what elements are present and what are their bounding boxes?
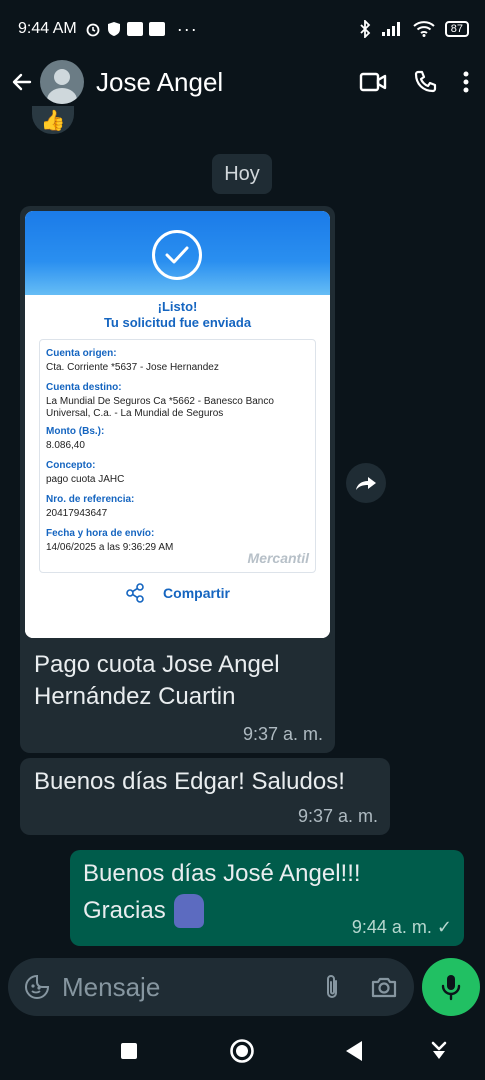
status-bar: 9:44 AM ··· 87 <box>0 0 485 58</box>
status-system-icons: 87 <box>359 20 469 38</box>
hide-keyboard-icon[interactable] <box>430 1040 448 1062</box>
message-text: Buenos días Edgar! Saludos! <box>34 768 345 795</box>
status-time: 9:44 AM <box>18 20 77 37</box>
emoji-icon[interactable] <box>24 974 50 1000</box>
chat-area[interactable]: 👍 Hoy ¡Listo! Tu solicitud fue enviada C… <box>0 106 485 954</box>
contact-name[interactable]: Jose Angel <box>96 67 223 98</box>
field-value: pago cuota JAHC <box>46 474 125 485</box>
header-actions <box>359 70 475 94</box>
message-time: 9:44 a. m. ✓ <box>351 917 452 937</box>
avatar[interactable] <box>40 60 84 104</box>
message-time: 9:37 a. m. <box>297 806 378 826</box>
receipt-header <box>25 211 330 295</box>
chat-header: Jose Angel <box>0 58 485 106</box>
receipt-share: Compartir <box>25 583 330 603</box>
message-bubble-outgoing[interactable]: Buenos días José Angel!!! Gracias 9:44 a… <box>70 850 464 946</box>
phone-call-icon[interactable] <box>413 70 437 94</box>
receipt-details: Cuenta origen: Cta. Corriente *5637 - Jo… <box>39 339 316 573</box>
battery-indicator: 87 <box>444 21 469 37</box>
more-options-icon[interactable] <box>463 71 469 93</box>
shield-icon <box>107 22 120 36</box>
back-icon[interactable] <box>344 1040 364 1062</box>
receipt-title: ¡Listo! Tu solicitud fue enviada <box>25 299 330 331</box>
share-icon <box>126 583 144 603</box>
field-label: Monto (Bs.): <box>46 426 105 437</box>
message-input-bar[interactable]: Mensaje <box>8 958 414 1016</box>
bluetooth-icon <box>360 20 371 38</box>
message-bubble[interactable]: Buenos días Edgar! Saludos! 9:37 a. m. <box>20 758 390 835</box>
field-label: Fecha y hora de envío: <box>46 528 155 539</box>
field-label: Concepto: <box>46 460 96 471</box>
attach-icon[interactable] <box>324 973 340 1001</box>
status-notification-icons: ··· <box>85 19 198 40</box>
message-text-line2-label: Gracias <box>83 897 166 924</box>
field-label: Nro. de referencia: <box>46 494 135 505</box>
field-value: Cta. Corriente *5637 - Jose Hernandez <box>46 362 219 373</box>
message-time: 9:37 a. m. <box>242 724 323 744</box>
message-input[interactable]: Mensaje <box>62 972 160 1003</box>
receipt-image[interactable]: ¡Listo! Tu solicitud fue enviada Cuenta … <box>25 211 330 638</box>
hug-sticker-icon <box>173 894 204 928</box>
check-circle-icon <box>152 230 202 280</box>
message-text-line2: Gracias <box>83 894 204 928</box>
gmail-icon <box>126 22 143 36</box>
gmail-icon <box>148 22 165 36</box>
wifi-icon <box>413 21 435 37</box>
video-call-icon[interactable] <box>359 71 387 93</box>
thumbs-up-sticker-icon[interactable]: 👍 <box>32 106 74 134</box>
system-navigation-bar <box>0 1024 485 1080</box>
home-icon[interactable] <box>229 1038 255 1064</box>
image-message-bubble[interactable]: ¡Listo! Tu solicitud fue enviada Cuenta … <box>20 206 335 753</box>
receipt-card: ¡Listo! Tu solicitud fue enviada Cuenta … <box>25 295 330 638</box>
microphone-icon <box>441 975 461 1001</box>
more-notifications-icon: ··· <box>176 18 198 39</box>
forward-icon <box>356 477 376 490</box>
field-value: La Mundial De Seguros Ca *5662 - Banesco… <box>46 396 274 419</box>
field-value: 20417943647 <box>46 508 108 519</box>
field-value: 8.086,40 <box>46 440 85 451</box>
recent-apps-icon[interactable] <box>120 1042 138 1060</box>
message-text-line1: Buenos días José Angel!!! <box>83 860 361 887</box>
camera-icon[interactable] <box>370 975 398 999</box>
field-label: Cuenta origen: <box>46 348 117 359</box>
message-text: Pago cuota Jose Angel Hernández Cuartin <box>34 651 280 710</box>
date-chip: Hoy <box>212 154 272 194</box>
alarm-icon <box>86 23 100 37</box>
forward-button[interactable] <box>346 463 386 503</box>
mercantil-logo: Mercantil <box>247 550 309 566</box>
back-arrow-icon[interactable] <box>10 70 34 94</box>
signal-icon <box>381 22 400 36</box>
receipt-title-line2: Tu solicitud fue enviada <box>103 315 252 330</box>
receipt-title-line1: ¡Listo! <box>157 299 198 314</box>
share-label: Compartir <box>163 585 230 601</box>
input-actions <box>324 973 398 1001</box>
voice-record-button[interactable] <box>422 958 480 1016</box>
field-label: Cuenta destino: <box>46 382 122 393</box>
